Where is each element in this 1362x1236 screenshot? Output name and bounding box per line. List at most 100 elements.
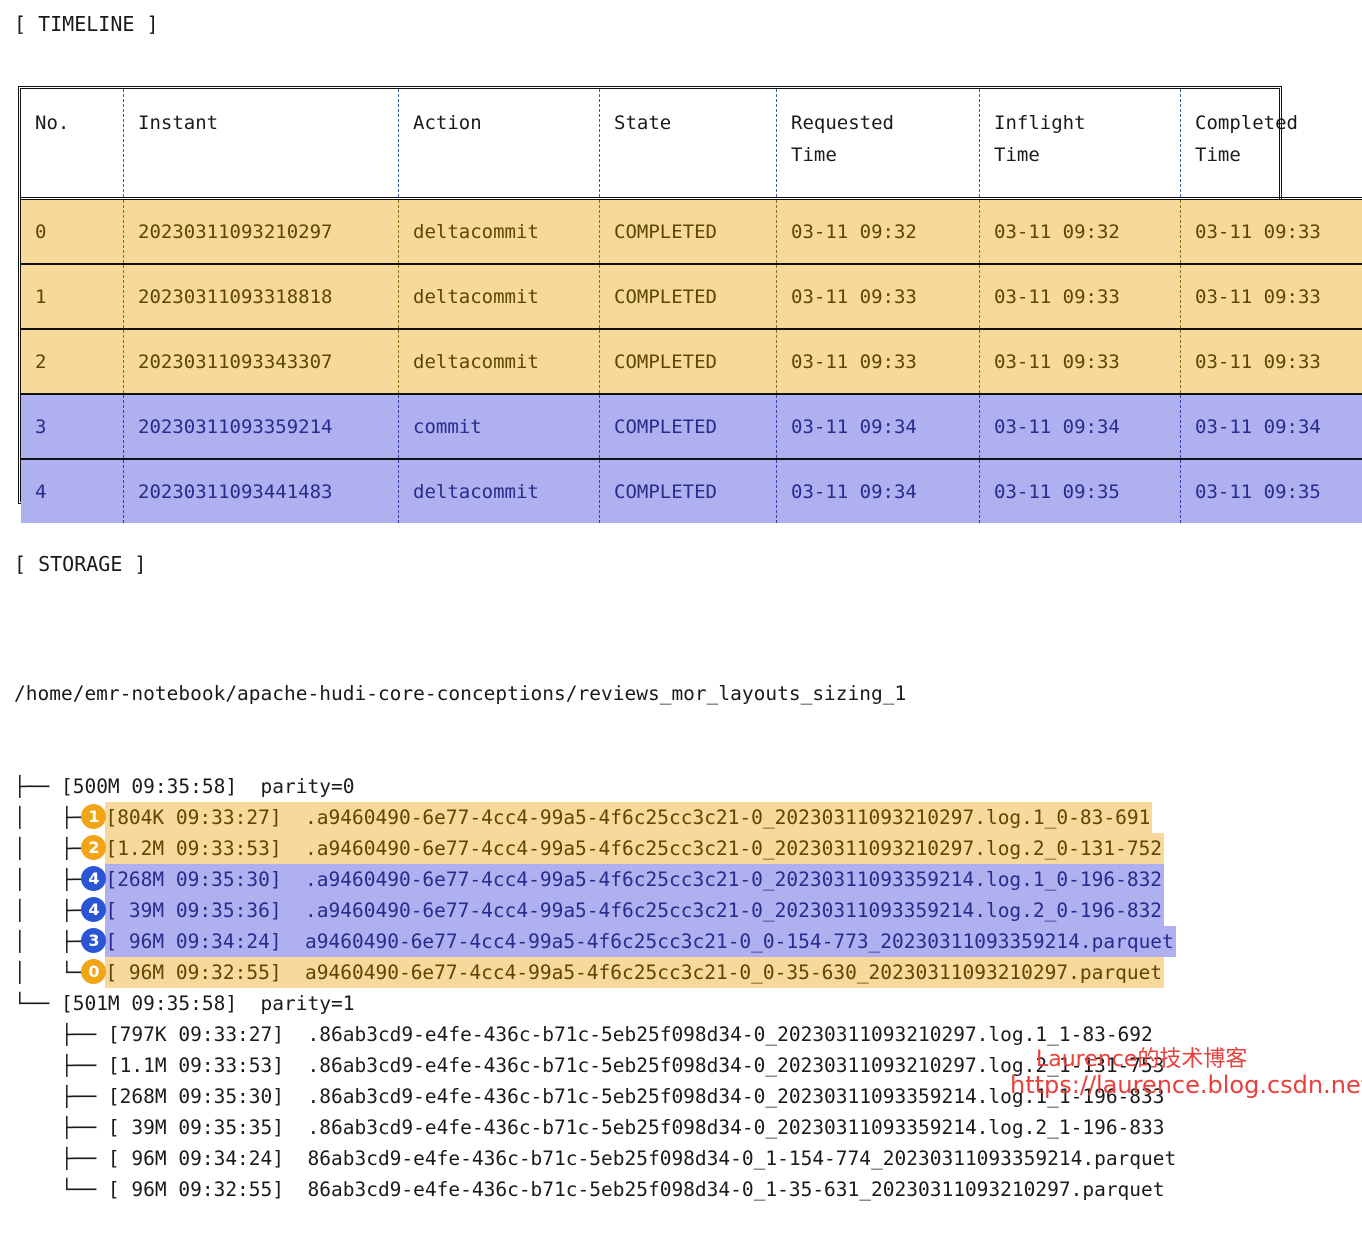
tree-branch-glyph: ├──	[14, 1085, 108, 1108]
storage-tree-line: ├── [268M 09:35:30] .86ab3cd9-e4fe-436c-…	[14, 1081, 1178, 1112]
cell-requested-time: 03-11 09:33	[777, 329, 980, 394]
timeline-table-grid: No. Instant Action State Requested Time …	[21, 89, 1362, 523]
cell-inflight-time: 03-11 09:32	[980, 199, 1181, 265]
cell-action: deltacommit	[399, 329, 600, 394]
column-header-completed-time: Completed Time	[1181, 89, 1362, 199]
cell-instant: 20230311093210297	[124, 199, 399, 265]
column-header-requested-time: Requested Time	[777, 89, 980, 199]
storage-tree-line: │ ├─4[ 39M 09:35:36] .a9460490-6e77-4cc4…	[14, 895, 1178, 926]
cell-action: deltacommit	[399, 264, 600, 329]
storage-tree-line: ├── [500M 09:35:58] parity=0	[14, 771, 1178, 802]
storage-tree-line: ├── [ 39M 09:35:35] .86ab3cd9-e4fe-436c-…	[14, 1112, 1178, 1143]
tree-branch-glyph: │ ├─	[14, 899, 84, 922]
column-header-instant: Instant	[124, 89, 399, 199]
tree-branch-glyph: │ ├─	[14, 806, 84, 829]
cell-completed-time: 03-11 09:35	[1181, 459, 1362, 523]
table-row[interactable]: 420230311093441483deltacommitCOMPLETED03…	[21, 459, 1362, 523]
commit-index-badge: 2	[81, 835, 106, 860]
timeline-section-label: [ TIMELINE ]	[14, 12, 159, 36]
storage-tree-line: │ ├─4[268M 09:35:30] .a9460490-6e77-4cc4…	[14, 864, 1178, 895]
tree-branch-glyph: │ └─	[14, 961, 84, 984]
tree-branch-glyph: ├──	[14, 775, 61, 798]
storage-tree-line: ├── [797K 09:33:27] .86ab3cd9-e4fe-436c-…	[14, 1019, 1178, 1050]
storage-tree-line: │ ├─1[804K 09:33:27] .a9460490-6e77-4cc4…	[14, 802, 1178, 833]
cell-no: 2	[21, 329, 124, 394]
cell-state: COMPLETED	[600, 199, 777, 265]
storage-tree-line: │ ├─2[1.2M 09:33:53] .a9460490-6e77-4cc4…	[14, 833, 1178, 864]
storage-file-entry: [ 96M 09:32:55] 86ab3cd9-e4fe-436c-b71c-…	[108, 1174, 1167, 1205]
storage-tree-line: │ └─0[ 96M 09:32:55] a9460490-6e77-4cc4-…	[14, 957, 1178, 988]
storage-file-entry: [797K 09:33:27] .86ab3cd9-e4fe-436c-b71c…	[108, 1019, 1155, 1050]
cell-completed-time: 03-11 09:33	[1181, 199, 1362, 265]
commit-index-badge: 4	[81, 866, 106, 891]
tree-branch-glyph: └──	[14, 992, 61, 1015]
timeline-table-body: 020230311093210297deltacommitCOMPLETED03…	[21, 199, 1362, 524]
cell-no: 0	[21, 199, 124, 265]
storage-tree-line: │ ├─3[ 96M 09:34:24] a9460490-6e77-4cc4-…	[14, 926, 1178, 957]
storage-file-entry: [1.1M 09:33:53] .86ab3cd9-e4fe-436c-b71c…	[108, 1050, 1167, 1081]
cell-inflight-time: 03-11 09:33	[980, 329, 1181, 394]
cell-state: COMPLETED	[600, 329, 777, 394]
tree-branch-glyph: │ ├─	[14, 868, 84, 891]
cell-action: deltacommit	[399, 459, 600, 523]
storage-file-entry: [268M 09:35:30] .86ab3cd9-e4fe-436c-b71c…	[108, 1081, 1167, 1112]
commit-index-badge: 1	[81, 804, 106, 829]
commit-index-badge: 0	[81, 959, 106, 984]
storage-section-label: [ STORAGE ]	[14, 552, 146, 576]
tree-branch-glyph: │ ├─	[14, 837, 84, 860]
tree-branch-glyph: │ ├─	[14, 930, 84, 953]
cell-state: COMPLETED	[600, 394, 777, 459]
cell-instant: 20230311093359214	[124, 394, 399, 459]
storage-root-path: /home/emr-notebook/apache-hudi-core-conc…	[14, 678, 1178, 709]
commit-index-badge: 4	[81, 897, 106, 922]
cell-instant: 20230311093441483	[124, 459, 399, 523]
cell-completed-time: 03-11 09:33	[1181, 264, 1362, 329]
table-row[interactable]: 220230311093343307deltacommitCOMPLETED03…	[21, 329, 1362, 394]
cell-requested-time: 03-11 09:34	[777, 394, 980, 459]
timeline-table: No. Instant Action State Requested Time …	[18, 86, 1282, 504]
storage-tree-line: ├── [ 96M 09:34:24] 86ab3cd9-e4fe-436c-b…	[14, 1143, 1178, 1174]
cell-requested-time: 03-11 09:32	[777, 199, 980, 265]
column-header-inflight-time: Inflight Time	[980, 89, 1181, 199]
cell-completed-time: 03-11 09:34	[1181, 394, 1362, 459]
table-row[interactable]: 320230311093359214commitCOMPLETED03-11 0…	[21, 394, 1362, 459]
column-header-no: No.	[21, 89, 124, 199]
storage-file-entry: [ 96M 09:34:24] a9460490-6e77-4cc4-99a5-…	[105, 926, 1175, 957]
storage-file-entry: [ 39M 09:35:35] .86ab3cd9-e4fe-436c-b71c…	[108, 1112, 1167, 1143]
table-header-row: No. Instant Action State Requested Time …	[21, 89, 1362, 199]
table-row[interactable]: 120230311093318818deltacommitCOMPLETED03…	[21, 264, 1362, 329]
column-header-state: State	[600, 89, 777, 199]
storage-tree-lines: ├── [500M 09:35:58] parity=0│ ├─1[804K 0…	[14, 771, 1178, 1205]
tree-branch-glyph: ├──	[14, 1147, 108, 1170]
cell-action: commit	[399, 394, 600, 459]
storage-file-entry: [ 96M 09:32:55] a9460490-6e77-4cc4-99a5-…	[105, 957, 1164, 988]
cell-requested-time: 03-11 09:33	[777, 264, 980, 329]
timeline-table-head: No. Instant Action State Requested Time …	[21, 89, 1362, 199]
cell-instant: 20230311093318818	[124, 264, 399, 329]
storage-file-entry: [501M 09:35:58] parity=1	[61, 988, 357, 1019]
table-row[interactable]: 020230311093210297deltacommitCOMPLETED03…	[21, 199, 1362, 265]
storage-file-entry: [804K 09:33:27] .a9460490-6e77-4cc4-99a5…	[105, 802, 1152, 833]
cell-instant: 20230311093343307	[124, 329, 399, 394]
cell-action: deltacommit	[399, 199, 600, 265]
storage-tree-line: └── [501M 09:35:58] parity=1	[14, 988, 1178, 1019]
cell-inflight-time: 03-11 09:33	[980, 264, 1181, 329]
storage-file-tree: /home/emr-notebook/apache-hudi-core-conc…	[14, 616, 1178, 1236]
cell-inflight-time: 03-11 09:34	[980, 394, 1181, 459]
storage-tree-line: └── [ 96M 09:32:55] 86ab3cd9-e4fe-436c-b…	[14, 1174, 1178, 1205]
cell-completed-time: 03-11 09:33	[1181, 329, 1362, 394]
cell-state: COMPLETED	[600, 459, 777, 523]
tree-branch-glyph: ├──	[14, 1116, 108, 1139]
cell-no: 3	[21, 394, 124, 459]
tree-branch-glyph: ├──	[14, 1054, 108, 1077]
tree-branch-glyph: ├──	[14, 1023, 108, 1046]
cell-requested-time: 03-11 09:34	[777, 459, 980, 523]
cell-inflight-time: 03-11 09:35	[980, 459, 1181, 523]
column-header-action: Action	[399, 89, 600, 199]
cell-no: 1	[21, 264, 124, 329]
tree-branch-glyph: └──	[14, 1178, 108, 1201]
storage-file-entry: [500M 09:35:58] parity=0	[61, 771, 357, 802]
storage-file-entry: [ 96M 09:34:24] 86ab3cd9-e4fe-436c-b71c-…	[108, 1143, 1178, 1174]
cell-state: COMPLETED	[600, 264, 777, 329]
cell-no: 4	[21, 459, 124, 523]
